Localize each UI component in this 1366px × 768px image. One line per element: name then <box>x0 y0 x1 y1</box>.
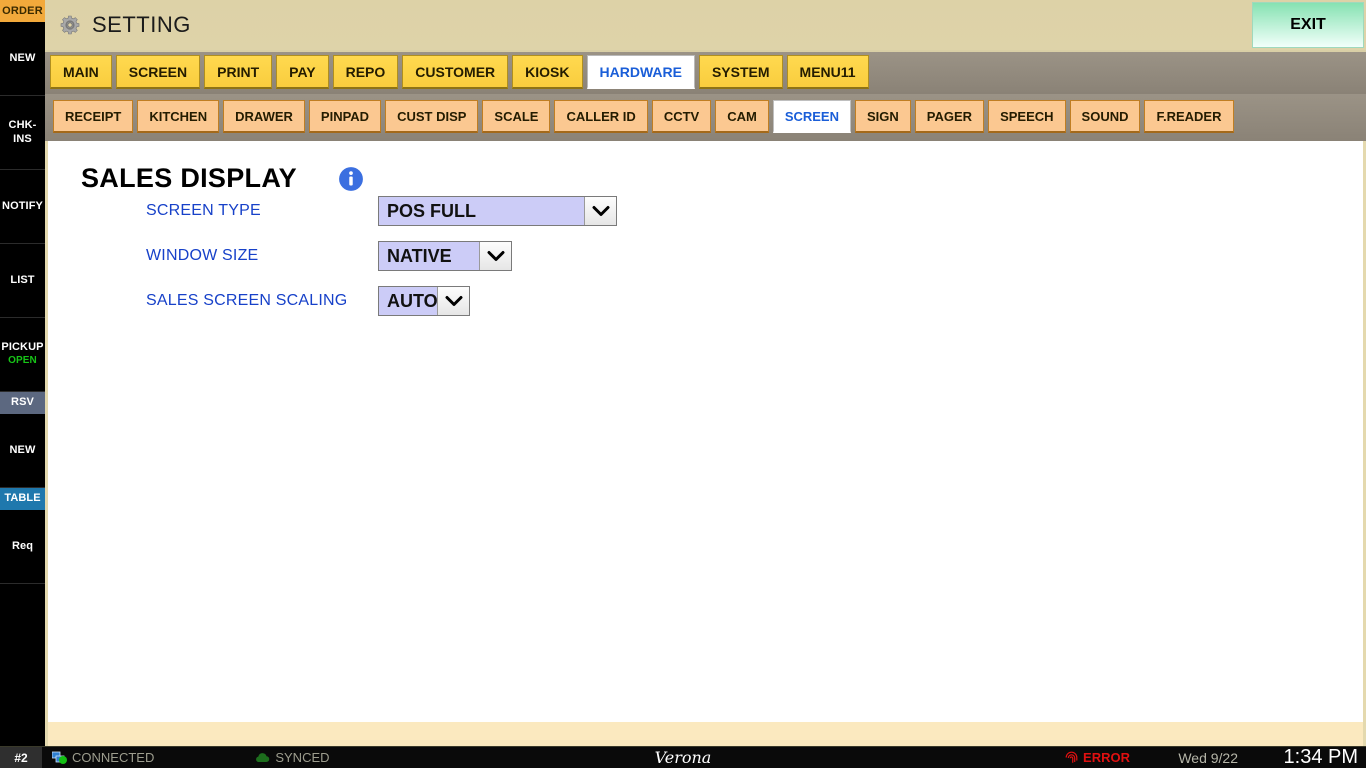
sidebar-item-label: LIST <box>10 273 35 286</box>
brand-name: Verona <box>654 748 712 767</box>
tab-screen[interactable]: SCREEN <box>772 100 851 133</box>
error-status[interactable]: ERROR <box>1065 750 1130 765</box>
tab-hardware[interactable]: HARDWARE <box>586 55 695 89</box>
sidebar-item-list[interactable]: LIST <box>0 244 45 318</box>
sidebar-item-req[interactable]: Req <box>0 510 45 584</box>
tab-kiosk[interactable]: KIOSK <box>512 55 583 89</box>
sidebar-item-label: RSV <box>11 396 34 409</box>
sync-status: SYNCED <box>254 750 330 765</box>
dropdown-value: NATIVE <box>387 245 452 266</box>
sync-status-label: SYNCED <box>275 750 330 765</box>
tab-system[interactable]: SYSTEM <box>698 55 783 89</box>
tab-scale[interactable]: SCALE <box>482 100 551 133</box>
tab-pay[interactable]: PAY <box>276 55 329 89</box>
fingerprint-icon <box>1065 751 1078 763</box>
tab-customer[interactable]: CUSTOMER <box>402 55 509 89</box>
sidebar-item-pickup[interactable]: PICKUP OPEN <box>0 318 45 392</box>
field-label: WINDOW SIZE <box>146 247 259 264</box>
cloud-icon <box>256 752 270 762</box>
dropdown-sales-screen-scaling[interactable]: AUTO <box>378 286 470 316</box>
field-label: SALES SCREEN SCALING <box>146 292 348 309</box>
sidebar-header-order[interactable]: ORDER <box>0 0 45 22</box>
tab-kitchen[interactable]: KITCHEN <box>137 100 220 133</box>
tab-caller-id[interactable]: CALLER ID <box>554 100 648 133</box>
tab-receipt[interactable]: RECEIPT <box>53 100 134 133</box>
tab-sign[interactable]: SIGN <box>855 100 911 133</box>
tab-speech[interactable]: SPEECH <box>988 100 1066 133</box>
sidebar-item-label: Req <box>11 539 34 552</box>
tab-print[interactable]: PRINT <box>204 55 273 89</box>
gear-icon <box>60 15 80 35</box>
tab-screen[interactable]: SCREEN <box>115 55 201 89</box>
sidebar-item-new[interactable]: NEW <box>0 414 45 488</box>
dropdown-window-size[interactable]: NATIVE <box>378 241 512 271</box>
sidebar-item-sublabel: OPEN <box>8 355 37 367</box>
tab-cam[interactable]: CAM <box>715 100 769 133</box>
tab-main[interactable]: MAIN <box>50 55 112 89</box>
dropdown-value: AUTO <box>387 290 438 311</box>
network-icon <box>52 751 67 764</box>
content-panel: SALES DISPLAY SCREEN TYPE POS FULL WINDOW … <box>45 141 1366 722</box>
sidebar-item-chk-ins[interactable]: CHK-INS <box>0 96 45 170</box>
tab-menu11[interactable]: MENU11 <box>786 55 869 89</box>
sidebar-item-rsv[interactable]: RSV <box>0 392 45 414</box>
tab-pager[interactable]: PAGER <box>914 100 985 133</box>
connection-status-label: CONNECTED <box>72 750 155 765</box>
sidebar-item-label: CHK-INS <box>8 118 37 145</box>
page-title-setting: SETTING <box>92 12 191 37</box>
chevron-down-icon[interactable] <box>437 287 469 315</box>
connection-status: CONNECTED <box>52 750 154 765</box>
field-label: SCREEN TYPE <box>146 202 261 219</box>
section-title-sales-display: SALES DISPLAY <box>81 163 297 193</box>
status-bar: #2 CONNECTED SYNCED Verona ERROR Wed 9/2… <box>0 746 1366 768</box>
tab-sound[interactable]: SOUND <box>1069 100 1141 133</box>
tab-cctv[interactable]: CCTV <box>651 100 712 133</box>
primary-tab-bar: MAIN SCREEN PRINT PAY REPO CUSTOMER KIOSK HARDW… <box>45 50 1366 94</box>
station-number-badge: #2 <box>0 746 42 768</box>
chevron-down-icon[interactable] <box>584 197 616 225</box>
chevron-down-icon[interactable] <box>479 242 511 270</box>
sidebar-item-label: PICKUP <box>1 341 44 354</box>
status-date: Wed 9/22 <box>1178 749 1238 766</box>
secondary-tab-bar: RECEIPT KITCHEN DRAWER PINPAD CUST DISP SCALE… <box>45 94 1366 142</box>
tab-cust-disp[interactable]: CUST DISP <box>385 100 479 133</box>
sidebar-item-list: NEW CHK-INS NOTIFY LIST PICKUP OPEN RSV NEW TABL… <box>0 22 45 584</box>
app-header: SETTING EXIT <box>45 0 1366 50</box>
footer-strip <box>45 722 1366 746</box>
pos-settings-screen: ORDER NEW CHK-INS NOTIFY LIST PICKUP OPEN RSV N… <box>0 0 1366 768</box>
left-sidebar: ORDER NEW CHK-INS NOTIFY LIST PICKUP OPEN RSV N… <box>0 0 45 746</box>
exit-button[interactable]: EXIT <box>1252 2 1364 48</box>
sidebar-item-table[interactable]: TABLE <box>0 488 45 510</box>
sidebar-item-label: NOTIFY <box>2 199 43 212</box>
sidebar-item-label: TABLE <box>4 492 41 505</box>
sidebar-item-notify[interactable]: NOTIFY <box>0 170 45 244</box>
error-status-label: ERROR <box>1083 750 1130 765</box>
sidebar-item-label: NEW <box>9 443 36 456</box>
dropdown-screen-type[interactable]: POS FULL <box>378 196 617 226</box>
sidebar-item-new[interactable]: NEW <box>0 22 45 96</box>
tab-pinpad[interactable]: PINPAD <box>308 100 382 133</box>
dropdown-value: POS FULL <box>387 200 476 221</box>
tab-repo[interactable]: REPO <box>332 55 399 89</box>
tab-drawer[interactable]: DRAWER <box>223 100 305 133</box>
tab-f-reader[interactable]: F.READER <box>1144 100 1234 133</box>
sidebar-item-label: NEW <box>9 51 36 64</box>
status-time: 1:34 PM <box>1283 746 1358 768</box>
info-icon[interactable] <box>338 166 364 192</box>
